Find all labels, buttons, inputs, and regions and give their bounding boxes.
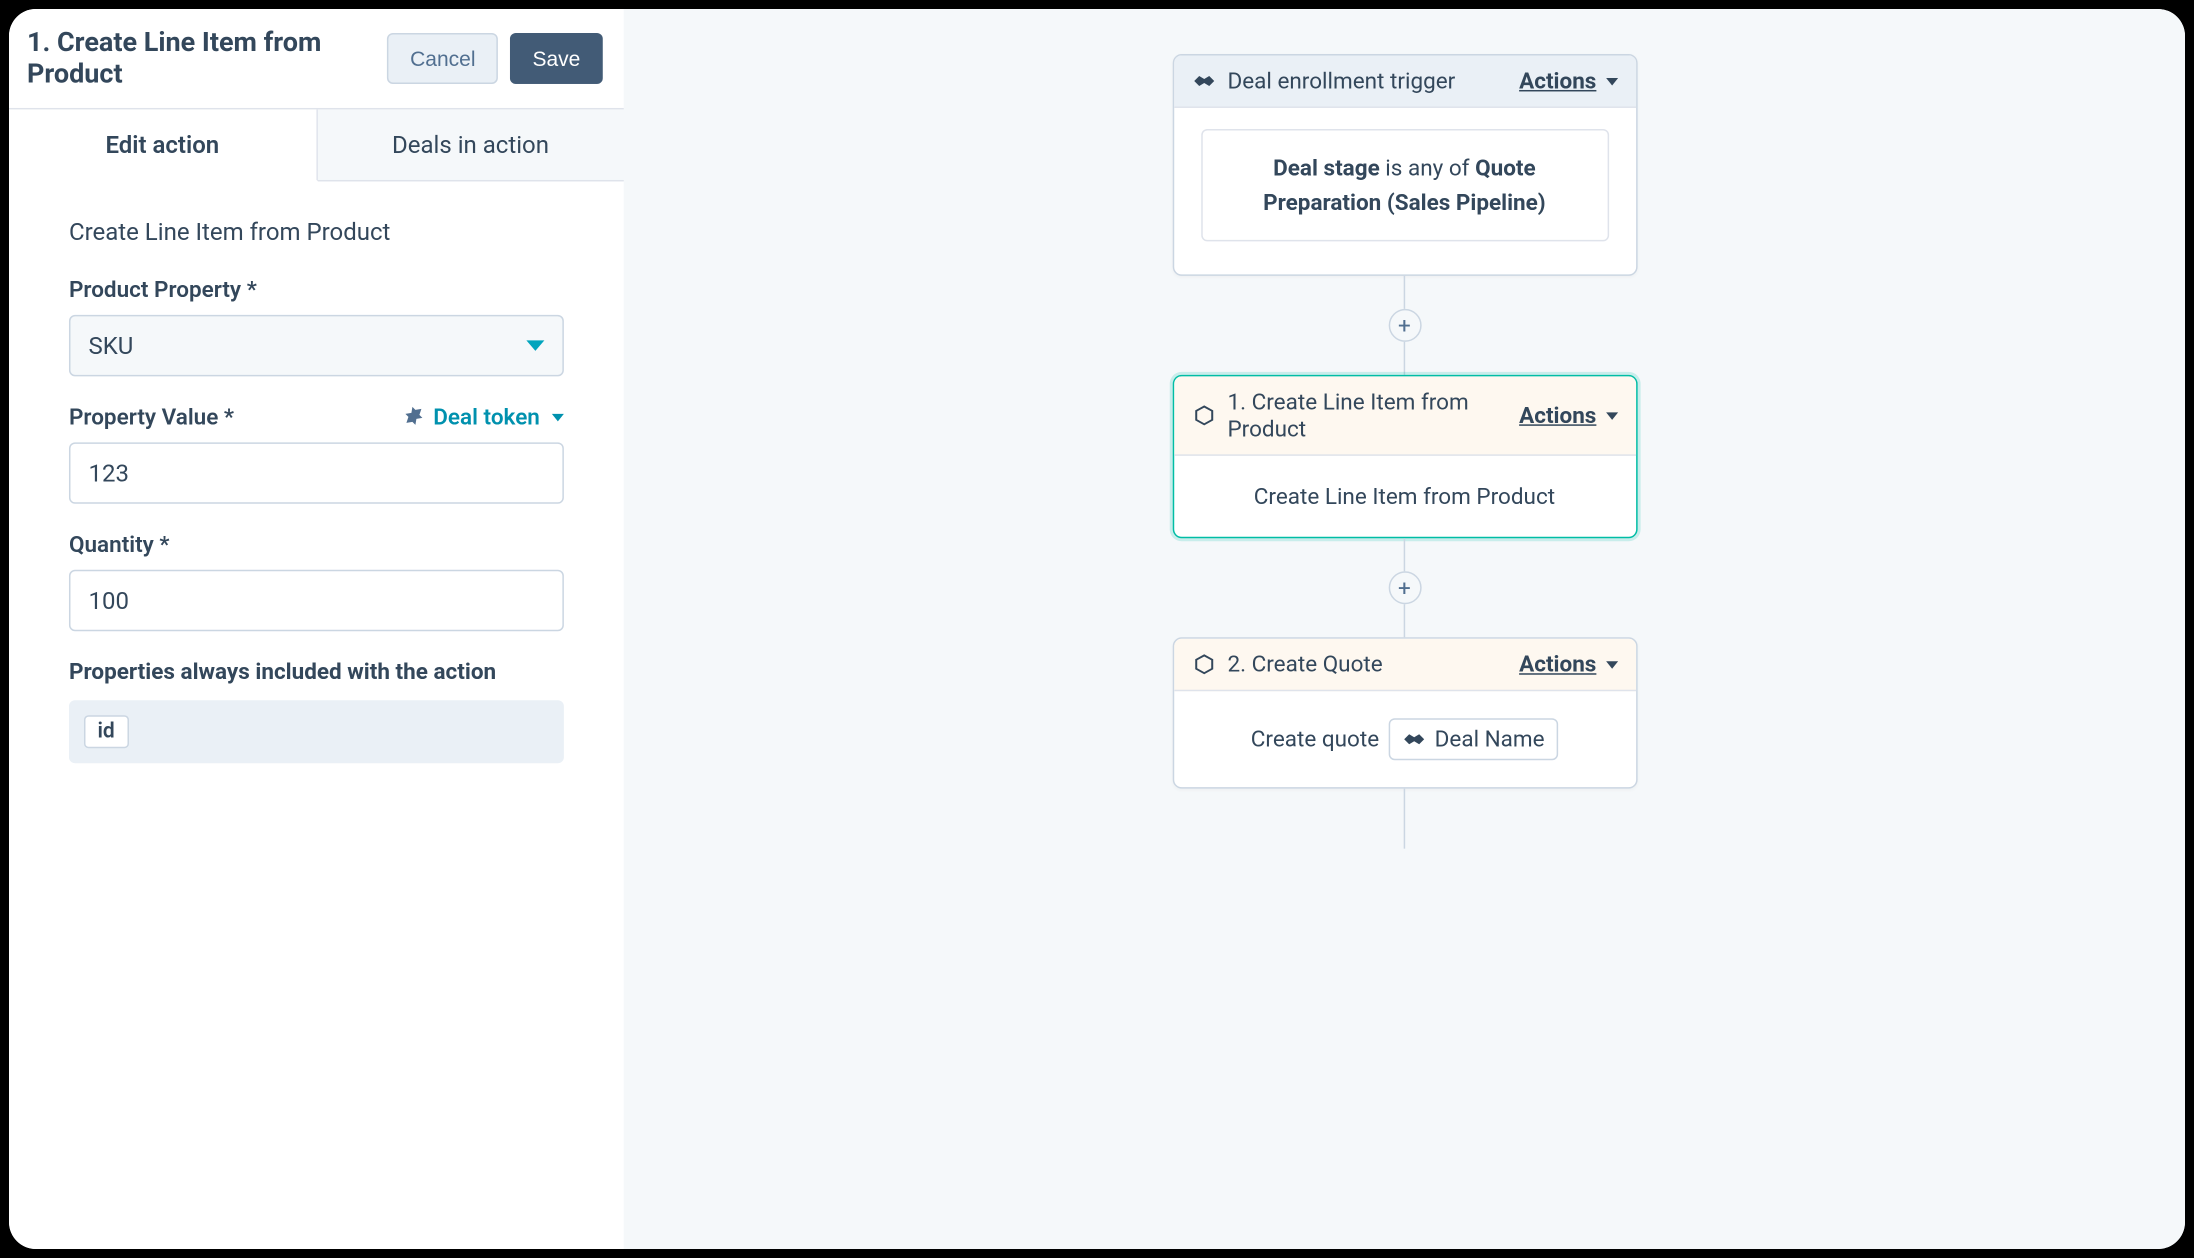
- trigger-title: Deal enrollment trigger: [1227, 67, 1455, 94]
- handshake-icon: [1402, 727, 1426, 751]
- panel-header: 1. Create Line Item from Product Cancel …: [9, 9, 624, 109]
- cube-icon: [1191, 403, 1215, 427]
- cube-icon: [1191, 652, 1215, 676]
- step1-body: Create Line Item from Product: [1173, 456, 1635, 537]
- panel-title: 1. Create Line Item from Product: [27, 27, 388, 90]
- property-value-input[interactable]: [69, 442, 564, 503]
- step1-body-text: Create Line Item from Product: [1254, 483, 1555, 510]
- step1-header: 1. Create Line Item from Product Actions: [1173, 376, 1635, 455]
- connector-line: [1404, 276, 1405, 309]
- connector-line: [1404, 538, 1405, 571]
- step2-title: 2. Create Quote: [1227, 651, 1382, 678]
- step2-actions-menu[interactable]: Actions: [1519, 651, 1617, 678]
- handshake-icon: [400, 405, 424, 429]
- field-product-property: Product Property * SKU: [69, 276, 564, 376]
- always-included-heading: Properties always included with the acti…: [69, 658, 564, 685]
- trigger-node-header: Deal enrollment trigger Actions: [1173, 55, 1635, 107]
- plus-icon: +: [1398, 314, 1411, 336]
- product-property-select[interactable]: SKU: [69, 315, 564, 376]
- always-included-box: id: [69, 700, 564, 763]
- trigger-node[interactable]: Deal enrollment trigger Actions Deal sta…: [1172, 54, 1637, 276]
- included-property-chip: id: [84, 715, 128, 748]
- step1-actions-label: Actions: [1519, 402, 1596, 429]
- field-quantity: Quantity *: [69, 531, 564, 631]
- quantity-label: Quantity *: [69, 531, 564, 558]
- deal-name-token-text: Deal Name: [1435, 726, 1545, 753]
- panel-header-buttons: Cancel Save: [388, 33, 603, 84]
- step1-title: 1. Create Line Item from Product: [1227, 388, 1519, 442]
- condition-op: is any of: [1380, 154, 1475, 181]
- property-value-label: Property Value *: [69, 403, 234, 430]
- chevron-down-icon: [1605, 660, 1617, 667]
- trigger-actions-menu[interactable]: Actions: [1519, 67, 1617, 94]
- step1-actions-menu[interactable]: Actions: [1519, 402, 1617, 429]
- product-property-value: SKU: [88, 331, 133, 359]
- panel-tabs: Edit action Deals in action: [9, 109, 624, 181]
- deal-name-token: Deal Name: [1388, 718, 1558, 760]
- plus-icon: +: [1398, 577, 1411, 599]
- connector-line: [1404, 789, 1405, 849]
- quantity-input[interactable]: [69, 570, 564, 631]
- step2-body: Create quote Deal Name: [1173, 691, 1635, 787]
- step2-node[interactable]: 2. Create Quote Actions Create quote Dea…: [1172, 637, 1637, 788]
- deal-token-link-text: Deal token: [433, 403, 540, 430]
- workflow-canvas[interactable]: Deal enrollment trigger Actions Deal sta…: [624, 9, 2185, 1249]
- step2-body-prefix: Create quote: [1251, 726, 1379, 753]
- add-step-button[interactable]: +: [1388, 571, 1421, 604]
- trigger-actions-label: Actions: [1519, 67, 1596, 94]
- step1-node[interactable]: 1. Create Line Item from Product Actions…: [1172, 375, 1637, 538]
- form-subtitle: Create Line Item from Product: [69, 217, 564, 245]
- field-property-value: Property Value * Deal token: [69, 403, 564, 503]
- tab-edit-action[interactable]: Edit action: [9, 109, 317, 181]
- chevron-down-icon: [1605, 77, 1617, 84]
- form-area: Create Line Item from Product Product Pr…: [9, 181, 624, 1249]
- cancel-button[interactable]: Cancel: [388, 33, 498, 84]
- trigger-condition: Deal stage is any of Quote Preparation (…: [1200, 129, 1608, 241]
- condition-subject: Deal stage: [1273, 154, 1380, 181]
- step2-header: 2. Create Quote Actions: [1173, 639, 1635, 691]
- connector-line: [1404, 604, 1405, 637]
- step2-actions-label: Actions: [1519, 651, 1596, 678]
- chevron-down-icon: [552, 413, 564, 420]
- deal-token-link[interactable]: Deal token: [400, 403, 564, 430]
- add-step-button[interactable]: +: [1388, 309, 1421, 342]
- handshake-icon: [1191, 69, 1215, 93]
- tab-deals-in-action[interactable]: Deals in action: [317, 109, 624, 179]
- save-button[interactable]: Save: [510, 33, 603, 84]
- product-property-label: Product Property *: [69, 276, 564, 303]
- app-shell: 1. Create Line Item from Product Cancel …: [9, 9, 2185, 1249]
- connector-line: [1404, 342, 1405, 375]
- edit-action-panel: 1. Create Line Item from Product Cancel …: [9, 9, 624, 1249]
- chevron-down-icon: [1605, 412, 1617, 419]
- chevron-down-icon: [526, 340, 544, 350]
